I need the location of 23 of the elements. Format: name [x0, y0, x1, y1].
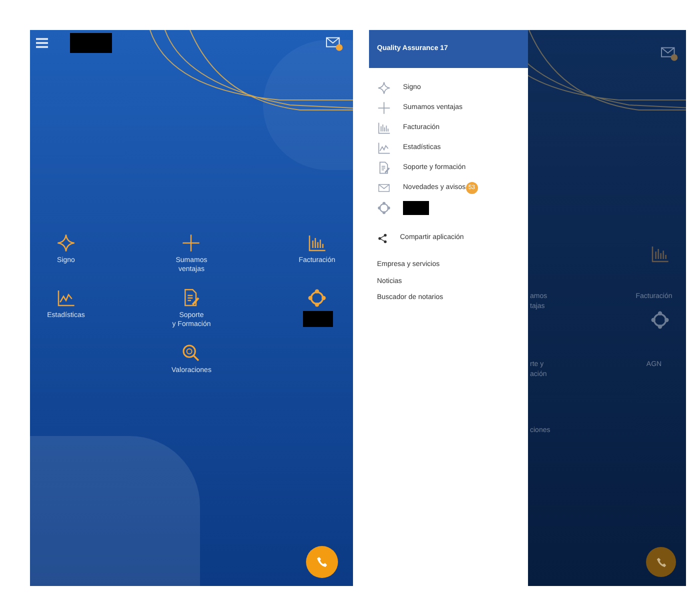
- plus-icon: [377, 101, 391, 115]
- redaction-block: [302, 311, 333, 327]
- redaction-block: [403, 201, 429, 215]
- people-circle-icon: [306, 288, 327, 308]
- phone-icon: [656, 556, 666, 568]
- bar-chart-icon: [306, 233, 327, 253]
- people-circle-icon: [650, 310, 670, 330]
- document-pen-icon: [377, 161, 391, 175]
- redaction-block: [70, 33, 112, 53]
- bar-chart-icon: [650, 244, 670, 264]
- bar-chart-icon: [377, 121, 391, 135]
- search-badge-icon: [181, 343, 202, 363]
- phone-icon: [316, 556, 328, 568]
- line-chart-icon: [377, 141, 391, 155]
- line-chart-icon: [56, 288, 76, 308]
- people-circle-icon: [377, 201, 391, 215]
- sparkle-icon: [56, 233, 76, 253]
- plus-icon: [181, 233, 202, 253]
- call-button[interactable]: [306, 546, 338, 578]
- share-icon: [377, 232, 388, 244]
- mail-icon: [377, 181, 391, 195]
- menu-button[interactable]: [36, 38, 48, 48]
- sparkle-icon: [377, 81, 391, 95]
